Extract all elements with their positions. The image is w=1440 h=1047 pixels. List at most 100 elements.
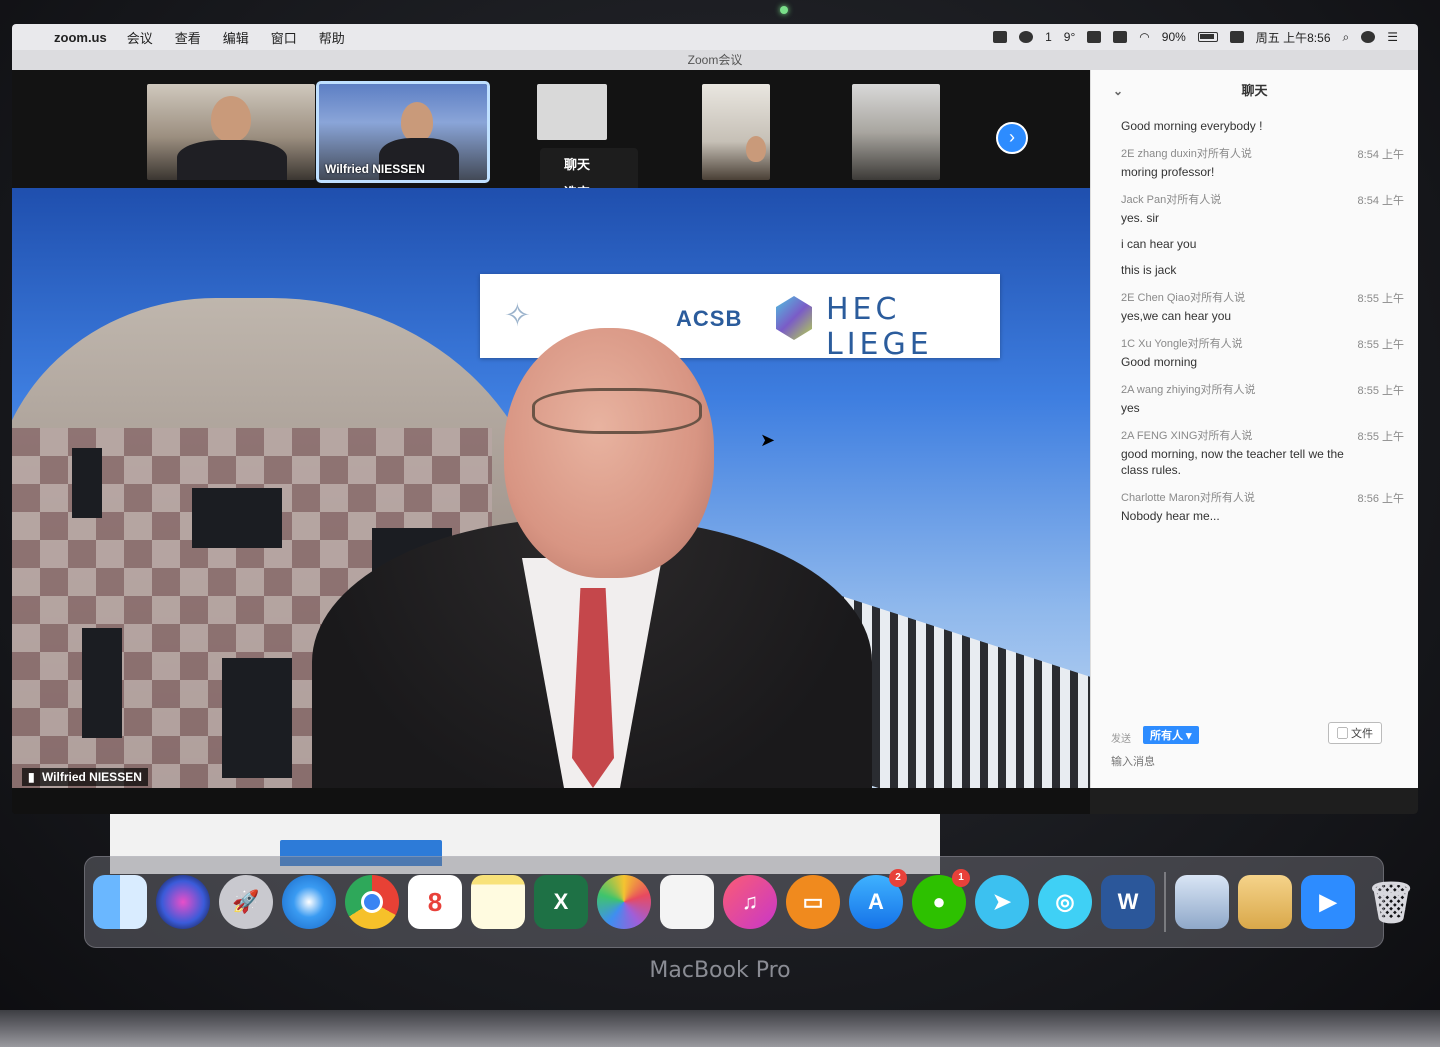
dock-separator	[1164, 872, 1166, 932]
chat-message: 2A FENG XING对所有人说 8:55 上午 good morning, no…	[1091, 426, 1418, 478]
chat-timestamp: 8:55 上午	[1357, 385, 1404, 397]
chat-panel: ⌄ 聊天 Good morning everybody ! 2E zhang du…	[1090, 70, 1418, 788]
menu-app-name[interactable]: zoom.us	[54, 30, 107, 45]
chat-timestamp: 8:54 上午	[1357, 195, 1404, 207]
participant-thumbnail[interactable]	[537, 84, 607, 140]
chat-message-input[interactable]	[1111, 752, 1391, 772]
window-title: Zoom会议	[12, 50, 1418, 70]
active-speaker-video: ✧ ACSB HEC LIEGE ➤ ▮ Wilfried NIESSEN	[12, 188, 1090, 788]
participant-thumbnail[interactable]	[147, 84, 315, 180]
battery-icon[interactable]	[1197, 32, 1218, 42]
notification-center-icon[interactable]: ☰	[1387, 30, 1398, 44]
app-status-icon[interactable]	[1087, 31, 1102, 43]
participant-face	[401, 102, 433, 142]
safari-icon[interactable]	[282, 875, 336, 929]
textedit-icon[interactable]	[660, 875, 714, 929]
feishu-icon[interactable]: ➤	[975, 875, 1029, 929]
hec-logo-text: HEC LIEGE	[826, 292, 933, 362]
wechat-status-icon[interactable]	[1019, 31, 1034, 43]
trash-icon[interactable]: 🗑	[1364, 875, 1418, 929]
menu-window[interactable]: 窗口	[271, 28, 297, 47]
context-menu-chat[interactable]: 聊天	[540, 148, 638, 176]
word-icon[interactable]: W	[1101, 875, 1155, 929]
chat-timestamp: 8:55 上午	[1357, 339, 1404, 351]
excel-icon[interactable]: X	[534, 875, 588, 929]
preview-icon[interactable]	[1175, 875, 1229, 929]
participant-gallery: Wilfried NIESSEN 聊天 选定 ›	[12, 70, 1090, 210]
chevron-down-icon[interactable]: ⌄	[1113, 70, 1123, 112]
menubar-status-area: 1 9° ◠ 90% 周五 上午8:56 ⌕ ☰	[993, 29, 1418, 46]
camera-light	[780, 6, 788, 14]
folder-icon[interactable]	[1238, 875, 1292, 929]
wechat-icon[interactable]: ● 1	[912, 869, 970, 929]
appstore-icon[interactable]: A 2	[849, 869, 907, 929]
books-icon[interactable]: ▭	[786, 875, 840, 929]
chat-title: 聊天	[1241, 83, 1268, 98]
participant-body	[177, 140, 287, 180]
weather-temp[interactable]: 9°	[1064, 30, 1075, 44]
chat-message: 1C Xu Yongle对所有人说 8:55 上午 Good morning	[1091, 334, 1418, 370]
chat-text: yes	[1121, 401, 1140, 415]
sync-icon[interactable]	[1229, 31, 1244, 43]
status-count: 1	[1045, 30, 1052, 44]
chat-header: ⌄ 聊天	[1091, 70, 1418, 110]
chat-message: 2E zhang duxin对所有人说 8:54 上午 moring profess…	[1091, 144, 1418, 180]
chat-message: 2E Chen Qiao对所有人说 8:55 上午 yes,we can hear …	[1091, 288, 1418, 324]
zoom-icon[interactable]: ▶	[1301, 875, 1355, 929]
file-button[interactable]: ▢ 文件	[1327, 722, 1382, 744]
participant-face	[746, 136, 766, 162]
notes-icon[interactable]	[471, 875, 525, 929]
chat-message: Jack Pan对所有人说 8:54 上午 yes. sir	[1091, 190, 1418, 226]
logo-star-icon: ✧	[504, 297, 531, 333]
participant-name: Wilfried NIESSEN	[325, 162, 425, 176]
laptop-hinge	[0, 1010, 1440, 1047]
menu-edit[interactable]: 编辑	[223, 28, 249, 47]
recipient-dropdown[interactable]: 所有人 ▾	[1143, 726, 1199, 744]
participant-thumbnail[interactable]	[702, 84, 770, 180]
chat-message-list: Good morning everybody ! 2E zhang duxin对所…	[1091, 118, 1418, 524]
participant-thumbnail-active[interactable]: Wilfried NIESSEN	[316, 81, 490, 183]
launchpad-icon[interactable]: 🚀	[219, 875, 273, 929]
chat-timestamp: 8:56 上午	[1357, 493, 1404, 505]
chat-message: i can hear you	[1091, 236, 1418, 252]
chat-message: Charlotte Maron对所有人说 8:56 上午 Nobody hear m…	[1091, 488, 1418, 524]
speaker-name: Wilfried NIESSEN	[41, 770, 142, 784]
signal-strength-icon: ▮	[28, 770, 35, 784]
chat-text: Nobody hear me...	[1121, 509, 1220, 523]
chat-footer: 发送 所有人 ▾ ▢ 文件	[1091, 722, 1418, 788]
clock[interactable]: 周五 上午8:56	[1256, 29, 1331, 46]
participant-thumbnail[interactable]	[852, 84, 940, 180]
chat-text: yes,we can hear you	[1121, 309, 1232, 323]
chat-text: yes. sir	[1121, 211, 1160, 225]
chat-text: Good morning	[1121, 355, 1198, 369]
music-icon[interactable]: ♫	[723, 875, 777, 929]
appstore-badge: 2	[889, 869, 907, 887]
battery-percent: 90%	[1161, 30, 1186, 44]
wifi-icon[interactable]: ◠	[1139, 30, 1149, 44]
photos-icon[interactable]	[597, 875, 651, 929]
chevron-right-icon: ›	[1009, 127, 1015, 147]
screen-icon[interactable]	[993, 31, 1008, 43]
qq-icon[interactable]: ◎	[1038, 875, 1092, 929]
siri-icon[interactable]	[156, 875, 210, 929]
building-window	[82, 628, 122, 738]
finder-icon[interactable]	[93, 875, 147, 929]
siri-menu-icon[interactable]	[1361, 31, 1376, 43]
zoom-meeting-window: Zoom会议 Wilfried NIESSEN 聊天 › ✧ ACSB HEC …	[12, 50, 1418, 814]
wechat-badge: 1	[952, 869, 970, 887]
calendar-icon[interactable]: 8	[408, 875, 462, 929]
chrome-icon[interactable]	[345, 875, 399, 929]
menu-meeting[interactable]: 会议	[127, 28, 153, 47]
next-page-button[interactable]: ›	[996, 122, 1028, 154]
chat-timestamp: 8:55 上午	[1357, 431, 1404, 443]
menu-help[interactable]: 帮助	[319, 28, 345, 47]
keyboard-icon[interactable]	[1113, 31, 1128, 43]
laptop-bezel: zoom.us 会议 查看 编辑 窗口 帮助 1 9° ◠ 90% 周五 上午8…	[0, 0, 1440, 1047]
send-to-label: 发送	[1111, 734, 1131, 745]
mac-menubar: zoom.us 会议 查看 编辑 窗口 帮助 1 9° ◠ 90% 周五 上午8…	[12, 24, 1418, 50]
menu-view[interactable]: 查看	[175, 28, 201, 47]
spotlight-icon[interactable]: ⌕	[1343, 30, 1350, 45]
macbook-label: MacBook Pro	[649, 958, 791, 983]
building-window	[222, 658, 292, 778]
participant-face	[211, 96, 251, 142]
